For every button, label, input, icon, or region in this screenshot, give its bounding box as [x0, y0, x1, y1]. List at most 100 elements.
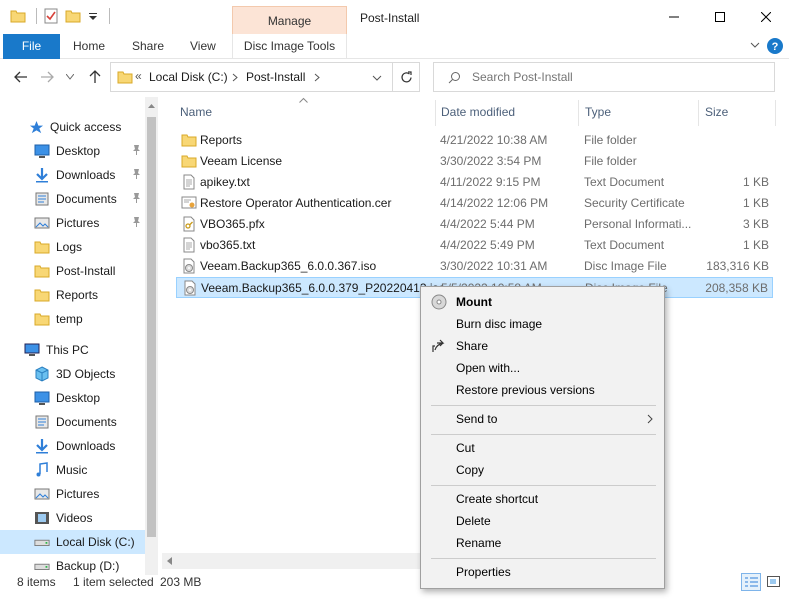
help-icon[interactable]: ?: [767, 38, 783, 54]
folder-icon[interactable]: [10, 8, 26, 24]
nav-item-downloads[interactable]: Downloads: [0, 163, 145, 187]
folder-icon: [181, 153, 197, 169]
search-box[interactable]: [433, 62, 775, 92]
menu-cut[interactable]: Cut: [422, 437, 663, 459]
breadcrumb-overflow[interactable]: «: [135, 69, 142, 83]
file-row[interactable]: Veeam.Backup365_6.0.0.367.iso 3/30/2022 1…: [176, 256, 773, 277]
menu-restore-previous-versions[interactable]: Restore previous versions: [422, 379, 663, 401]
close-button[interactable]: [743, 0, 789, 34]
nav-item-3d-objects[interactable]: 3D Objects: [0, 362, 145, 386]
selection-status: 1 item selected: [73, 575, 154, 589]
nav-item-desktop[interactable]: Desktop: [0, 386, 145, 410]
nav-item-pictures[interactable]: Pictures: [0, 482, 145, 506]
nav-item-music[interactable]: Music: [0, 458, 145, 482]
recent-locations-icon[interactable]: [66, 74, 74, 80]
scroll-up-icon[interactable]: [148, 103, 155, 108]
text-file-icon: [181, 237, 197, 253]
chevron-right-icon[interactable]: [314, 73, 320, 82]
nav-item-post-install[interactable]: Post-Install: [0, 259, 145, 283]
file-row[interactable]: apikey.txt 4/11/2022 9:15 PM Text Document…: [176, 172, 773, 193]
file-row[interactable]: Veeam License 3/30/2022 3:54 PM File folde…: [176, 151, 773, 172]
menu-open-with[interactable]: Open with...: [422, 357, 663, 379]
menu-share[interactable]: Share: [422, 335, 663, 357]
nav-item-pictures[interactable]: Pictures: [0, 211, 145, 235]
menu-mount[interactable]: Mount: [422, 291, 663, 313]
column-separator[interactable]: [775, 100, 776, 126]
expand-ribbon-icon[interactable]: [750, 42, 760, 50]
menu-burn-disc-image[interactable]: Burn disc image: [422, 313, 663, 335]
menu-delete[interactable]: Delete: [422, 510, 663, 532]
new-folder-icon[interactable]: [65, 8, 81, 24]
file-name: VBO365.pfx: [200, 217, 265, 231]
menu-separator: [431, 405, 656, 406]
scroll-left-icon[interactable]: [167, 557, 172, 565]
manage-context-tab[interactable]: Manage: [232, 6, 347, 34]
minimize-button[interactable]: [651, 0, 697, 34]
tab-file[interactable]: File: [3, 34, 60, 59]
nav-item-documents[interactable]: Documents: [0, 187, 145, 211]
nav-item-desktop[interactable]: Desktop: [0, 139, 145, 163]
large-icons-view-button[interactable]: [764, 573, 784, 591]
column-header-date[interactable]: Date modified: [441, 104, 515, 128]
nav-item-reports[interactable]: Reports: [0, 283, 145, 307]
file-row[interactable]: Restore Operator Authentication.cer 4/14/…: [176, 193, 773, 214]
menu-properties[interactable]: Properties: [422, 561, 663, 583]
file-row[interactable]: VBO365.pfx 4/4/2022 5:44 PM Personal Infor…: [176, 214, 773, 235]
column-header-type[interactable]: Type: [585, 104, 611, 128]
file-row[interactable]: Reports 4/21/2022 10:38 AM File folder: [176, 130, 773, 151]
up-arrow-icon[interactable]: [89, 70, 101, 84]
nav-item-backup-d[interactable]: Backup (D:): [0, 554, 145, 575]
documents-icon: [34, 414, 50, 430]
breadcrumb-local-disk[interactable]: Local Disk (C:): [149, 70, 228, 84]
manage-tab-label: Manage: [267, 14, 312, 28]
customize-toolbar-icon[interactable]: [87, 8, 99, 24]
menu-rename[interactable]: Rename: [422, 532, 663, 554]
back-arrow-icon[interactable]: [14, 71, 28, 83]
horizontal-scrollbar[interactable]: [162, 553, 462, 569]
tab-disc-image-tools[interactable]: Disc Image Tools: [232, 34, 347, 59]
nav-scrollbar-thumb[interactable]: [147, 117, 156, 537]
nav-item-local-disk-c[interactable]: Local Disk (C:): [0, 530, 145, 554]
minimize-icon: [669, 16, 679, 18]
properties-icon[interactable]: [43, 8, 59, 24]
details-view-button[interactable]: [741, 573, 761, 591]
tab-share[interactable]: Share: [132, 34, 164, 59]
selection-size: 203 MB: [160, 575, 202, 589]
nav-this-pc[interactable]: This PC: [0, 338, 145, 362]
column-header-name[interactable]: Name: [180, 104, 212, 128]
details-view-icon: [745, 577, 758, 587]
address-history-icon[interactable]: [372, 75, 382, 81]
nav-item-videos[interactable]: Videos: [0, 506, 145, 530]
file-row[interactable]: vbo365.txt 4/4/2022 5:49 PM Text Document 1…: [176, 235, 773, 256]
column-separator[interactable]: [435, 100, 436, 126]
downloads-icon: [34, 167, 50, 183]
nav-item-logs[interactable]: Logs: [0, 235, 145, 259]
file-name: Restore Operator Authentication.cer: [200, 196, 392, 210]
column-separator[interactable]: [698, 100, 699, 126]
title-bar: Manage Post-Install: [0, 0, 789, 34]
menu-send-to[interactable]: Send to: [422, 408, 663, 430]
menu-label: Copy: [456, 463, 485, 477]
nav-quick-access[interactable]: Quick access: [0, 115, 145, 139]
breadcrumb-post-install[interactable]: Post-Install: [246, 70, 305, 84]
tab-view[interactable]: View: [190, 34, 216, 59]
address-bar[interactable]: « Local Disk (C:) Post-Install: [110, 62, 393, 92]
nav-label: Logs: [56, 240, 83, 254]
nav-item-documents[interactable]: Documents: [0, 410, 145, 434]
nav-item-downloads[interactable]: Downloads: [0, 434, 145, 458]
menu-copy[interactable]: Copy: [422, 459, 663, 481]
nav-scrollbar[interactable]: [145, 97, 158, 575]
file-type: File folder: [584, 154, 637, 168]
search-input[interactable]: [472, 68, 762, 86]
forward-arrow-icon[interactable]: [40, 71, 54, 83]
nav-label: Pictures: [56, 216, 100, 230]
refresh-icon: [400, 70, 412, 82]
column-separator[interactable]: [578, 100, 579, 126]
nav-item-temp[interactable]: temp: [0, 307, 145, 331]
chevron-right-icon[interactable]: [232, 73, 238, 82]
refresh-button[interactable]: [393, 62, 420, 92]
column-header-size[interactable]: Size: [705, 104, 728, 128]
tab-home[interactable]: Home: [73, 34, 105, 59]
menu-create-shortcut[interactable]: Create shortcut: [422, 488, 663, 510]
maximize-button[interactable]: [697, 0, 743, 34]
